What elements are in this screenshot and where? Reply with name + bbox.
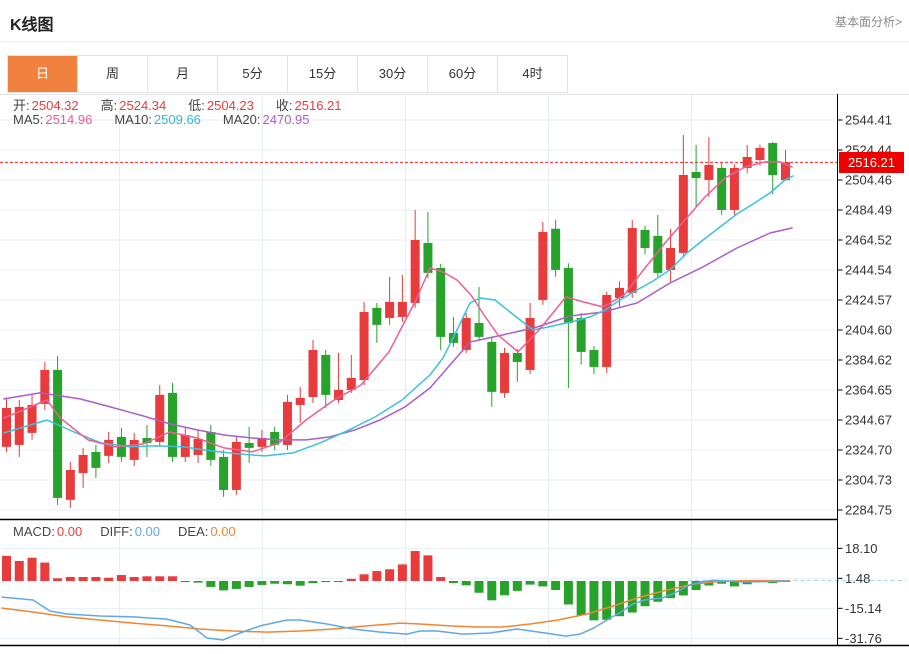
axis-tick-label: 2344.67 xyxy=(845,413,892,428)
diff-value: DIFF:0.00 xyxy=(100,524,160,539)
ma10-readout: MA10:2509.66 xyxy=(114,112,201,127)
macd-readout: MACD:0.00 DIFF:0.00 DEA:0.00 xyxy=(13,524,236,539)
axis-tick-label: 2304.73 xyxy=(845,473,892,488)
axis-tick-label: -15.14 xyxy=(845,601,882,616)
axis-tick-label: 1.48 xyxy=(845,571,870,586)
axis-tick-label: 2464.52 xyxy=(845,233,892,248)
axis-tick-label: 2324.70 xyxy=(845,443,892,458)
axis-tick-label: 2504.46 xyxy=(845,173,892,188)
ma-readout: MA5:2514.96 MA10:2509.66 MA20:2470.95 xyxy=(13,112,310,127)
axis-tick-label: 2544.41 xyxy=(845,113,892,128)
axis-tick-label: 2404.60 xyxy=(845,323,892,338)
axis-tick-label: 18.10 xyxy=(845,541,878,556)
ma5-readout: MA5:2514.96 xyxy=(13,112,92,127)
axis-tick-label: -31.76 xyxy=(845,631,882,646)
last-price-tag: 2516.21 xyxy=(839,152,904,173)
axis-tick-label: 2484.49 xyxy=(845,203,892,218)
axis-tick-label: 2284.75 xyxy=(845,503,892,518)
ma20-readout: MA20:2470.95 xyxy=(223,112,310,127)
macd-value: MACD:0.00 xyxy=(13,524,82,539)
axis-tick-label: 2444.54 xyxy=(845,263,892,278)
axis-tick-label: 2384.62 xyxy=(845,353,892,368)
axis-tick-label: 2364.65 xyxy=(845,383,892,398)
axis-tick-label: 2424.57 xyxy=(845,293,892,308)
dea-value: DEA:0.00 xyxy=(178,524,236,539)
